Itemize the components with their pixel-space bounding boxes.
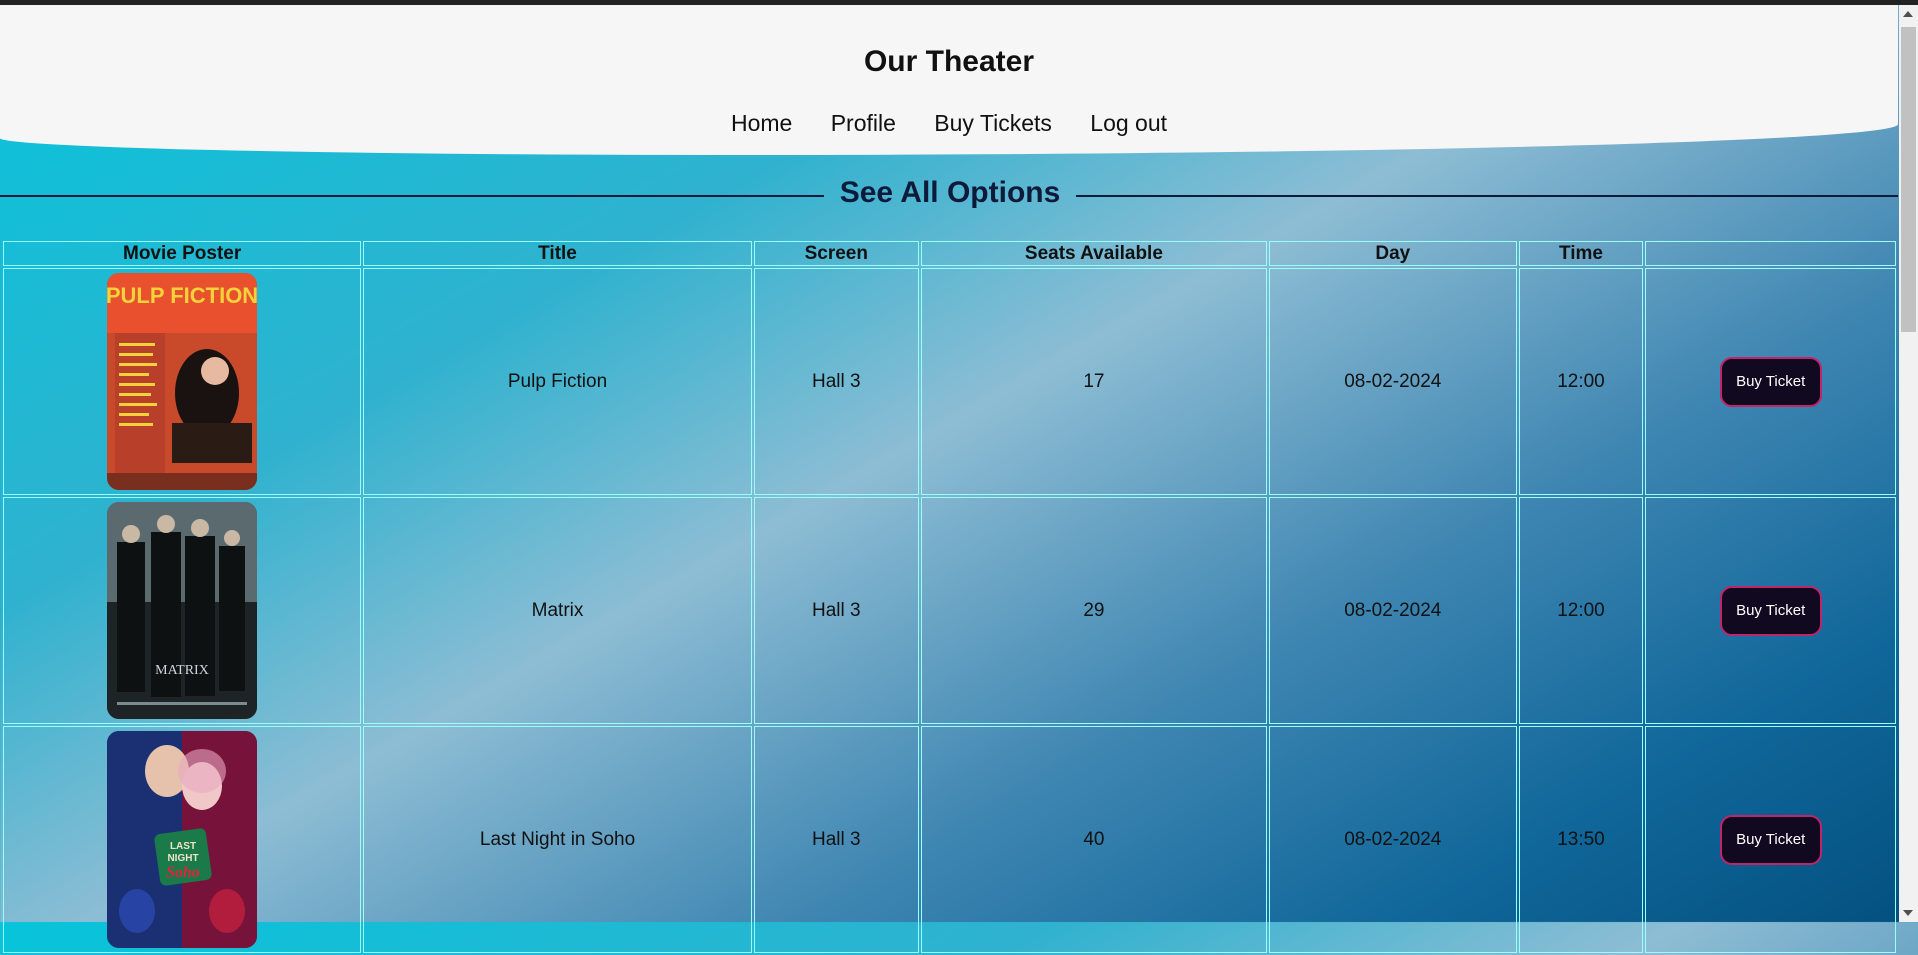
section-heading: See All Options [0,174,1898,218]
nav-logout-link[interactable]: Log out [1090,110,1167,136]
scroll-down-arrow-icon[interactable] [1903,910,1913,916]
movie-poster-image: MATRIX [107,502,258,719]
column-header-screen: Screen [753,241,919,266]
screen-cell: Hall 3 [753,268,919,495]
table-row: MATRIX Matrix Hall 3 29 08-02-2024 12:00… [3,497,1896,724]
site-title: Our Theater [863,45,1035,78]
poster-cell: LAST NIGHT Soho [3,726,362,953]
poster-cell: MATRIX [3,497,362,724]
section-title: See All Options [839,176,1061,209]
buy-ticket-button[interactable]: Buy Ticket [1719,356,1822,407]
main-nav: Home Profile Buy Tickets Log out [0,110,1898,137]
seats-cell: 29 [920,497,1267,724]
movie-poster-image: LAST NIGHT Soho [107,731,258,948]
table-row: LAST NIGHT Soho Last Night in Soho Hall … [3,726,1896,953]
svg-text:MATRIX: MATRIX [155,663,209,678]
movie-poster-image: PULP FICTION [107,273,258,490]
nav-buy-tickets-link[interactable]: Buy Tickets [934,110,1052,136]
column-header-title: Title [363,241,752,266]
table-header-row: Movie Poster Title Screen Seats Availabl… [3,241,1896,266]
poster-cell: PULP FICTION [3,268,362,495]
title-cell: Last Night in Soho [363,726,752,953]
table-row: PULP FICTION Pulp Fiction Hall 3 17 08-0… [3,268,1896,495]
svg-text:LAST: LAST [170,841,196,852]
day-cell: 08-02-2024 [1269,497,1517,724]
title-cell: Matrix [363,497,752,724]
showtimes-table-wrapper: Movie Poster Title Screen Seats Availabl… [1,239,1898,955]
action-cell: Buy Ticket [1645,268,1896,495]
column-header-seats: Seats Available [920,241,1267,266]
showtimes-table: Movie Poster Title Screen Seats Availabl… [1,239,1898,955]
screen-cell: Hall 3 [753,497,919,724]
day-cell: 08-02-2024 [1269,268,1517,495]
column-header-action [1645,241,1896,266]
svg-text:NIGHT: NIGHT [168,853,199,864]
svg-text:PULP FICTION: PULP FICTION [107,283,257,308]
heading-divider-right [1076,195,1898,197]
action-cell: Buy Ticket [1645,726,1896,953]
action-cell: Buy Ticket [1645,497,1896,724]
buy-ticket-button[interactable]: Buy Ticket [1719,814,1822,865]
nav-profile-link[interactable]: Profile [831,110,896,136]
page-scrollbar[interactable] [1899,5,1918,922]
scroll-up-arrow-icon[interactable] [1903,11,1913,17]
heading-divider-left [0,195,824,197]
column-header-time: Time [1518,241,1644,266]
title-cell: Pulp Fiction [363,268,752,495]
screen-cell: Hall 3 [753,726,919,953]
seats-cell: 17 [920,268,1267,495]
time-cell: 13:50 [1518,726,1644,953]
seats-cell: 40 [920,726,1267,953]
day-cell: 08-02-2024 [1269,726,1517,953]
scrollbar-thumb[interactable] [1901,27,1916,332]
time-cell: 12:00 [1518,268,1644,495]
column-header-day: Day [1269,241,1517,266]
svg-text:Soho: Soho [166,864,200,881]
buy-ticket-button[interactable]: Buy Ticket [1719,585,1822,636]
time-cell: 12:00 [1518,497,1644,724]
column-header-poster: Movie Poster [3,241,362,266]
nav-home-link[interactable]: Home [731,110,792,136]
site-header: Our Theater Home Profile Buy Tickets Log… [0,5,1898,155]
